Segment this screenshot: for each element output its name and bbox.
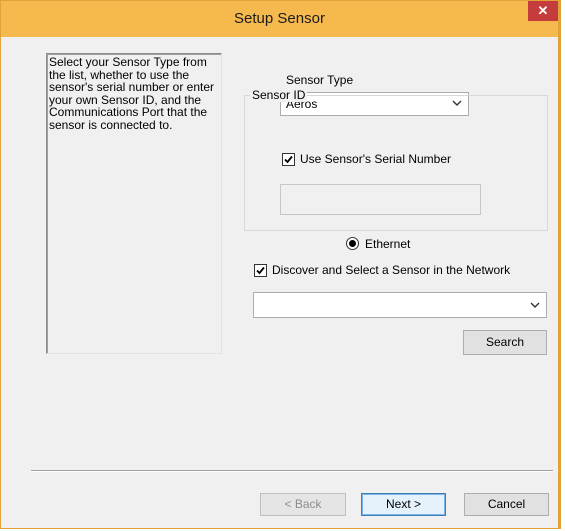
discovered-sensor-dropdown[interactable] [253, 292, 547, 318]
discover-checkbox[interactable] [254, 264, 267, 277]
close-icon: ✕ [537, 3, 549, 18]
cancel-button[interactable]: Cancel [464, 493, 549, 516]
close-button[interactable]: ✕ [528, 1, 558, 21]
radio-selected-dot [349, 240, 356, 247]
footer-separator [31, 470, 553, 472]
search-button[interactable]: Search [463, 330, 547, 355]
ethernet-radio[interactable] [346, 237, 359, 250]
serial-number-field[interactable] [280, 184, 481, 215]
ethernet-label: Ethernet [365, 237, 411, 251]
sensor-type-label: Sensor Type [286, 73, 354, 87]
check-mark-icon [284, 155, 293, 164]
back-button[interactable]: < Back [260, 493, 346, 516]
next-button[interactable]: Next > [361, 493, 446, 516]
sensor-id-group-label: Sensor ID [250, 88, 308, 102]
use-serial-label: Use Sensor's Serial Number [300, 152, 452, 166]
chevron-down-icon [530, 299, 540, 314]
check-mark-icon [256, 266, 265, 275]
setup-sensor-dialog: Setup Sensor ✕ Select your Sensor Type f… [0, 0, 561, 529]
title-bar: Setup Sensor ✕ [1, 1, 558, 37]
use-serial-checkbox[interactable] [282, 153, 295, 166]
window-title: Setup Sensor [234, 10, 325, 27]
instructions-box: Select your Sensor Type from the list, w… [46, 53, 222, 354]
instructions-text: Select your Sensor Type from the list, w… [49, 55, 215, 132]
discover-label: Discover and Select a Sensor in the Netw… [272, 263, 511, 277]
